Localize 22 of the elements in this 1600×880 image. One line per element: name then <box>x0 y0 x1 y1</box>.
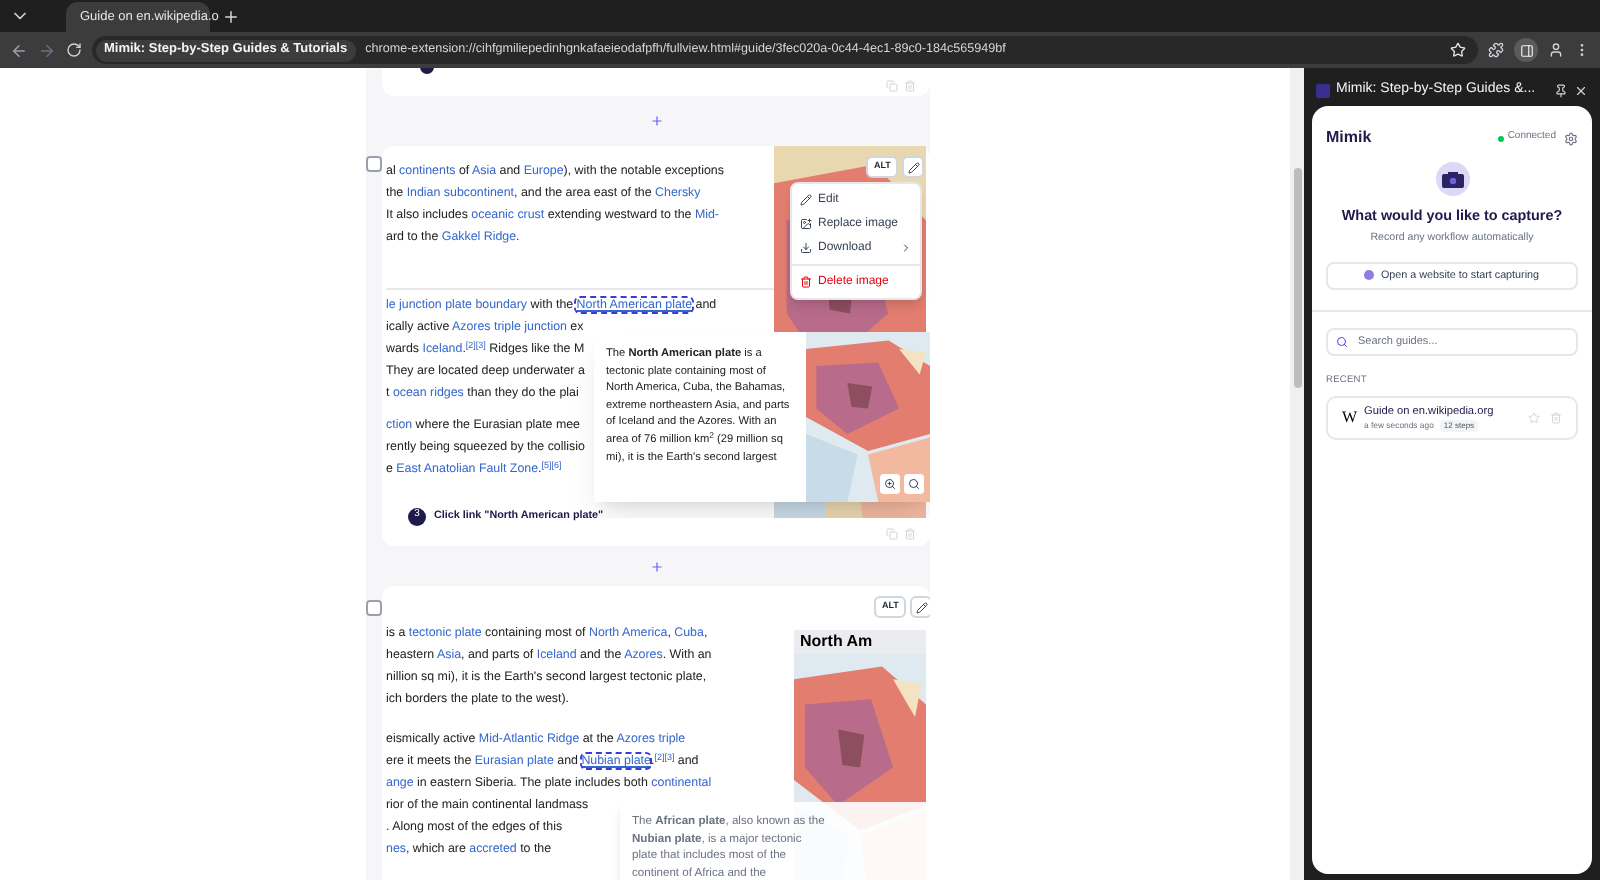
search-icon <box>1336 335 1348 348</box>
camera-icon <box>1435 162 1469 196</box>
back-icon[interactable] <box>10 41 28 59</box>
close-icon[interactable] <box>1574 83 1588 97</box>
step-checkbox[interactable] <box>366 600 382 616</box>
edit-image-button[interactable] <box>910 596 930 618</box>
settings-icon[interactable] <box>1564 131 1578 145</box>
wikipedia-icon: W <box>1342 405 1354 430</box>
pencil-icon <box>915 601 928 613</box>
side-panel-icon[interactable] <box>1514 38 1538 62</box>
image-title: North Am <box>794 630 926 654</box>
scrollbar-thumb[interactable] <box>1293 168 1301 388</box>
mimik-logo: Mimik <box>1326 126 1372 150</box>
favicon-icon <box>1316 83 1330 97</box>
reload-icon[interactable] <box>66 42 82 58</box>
bookmark-icon[interactable] <box>1450 42 1466 58</box>
extensions-icon[interactable] <box>1488 42 1504 58</box>
profile-icon[interactable] <box>1548 42 1564 58</box>
pin-icon[interactable] <box>1554 83 1568 97</box>
new-tab-icon[interactable] <box>222 7 240 25</box>
star-icon[interactable] <box>1528 411 1540 424</box>
step-checkbox[interactable] <box>366 156 382 172</box>
